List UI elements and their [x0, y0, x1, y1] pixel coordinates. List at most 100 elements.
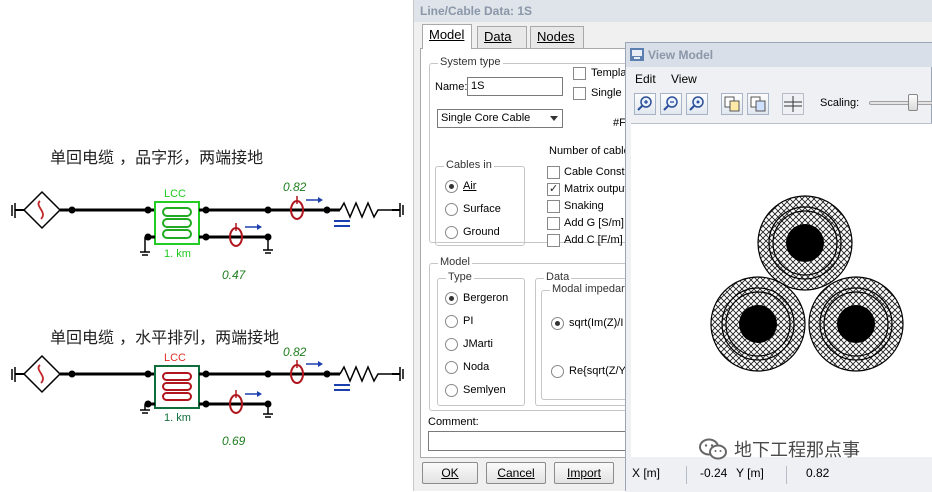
radio-jmarti[interactable] [445, 338, 458, 351]
cable-constants-checkbox[interactable] [547, 166, 560, 179]
circuit-1 [11, 190, 404, 256]
current-probe-icon[interactable] [290, 360, 323, 384]
radio-air-label: Air [463, 180, 477, 192]
cable-cross-section-canvas [631, 123, 932, 457]
template-label: Templa [591, 67, 627, 79]
current-probe-icon[interactable] [290, 196, 323, 220]
cable-core-right [808, 276, 904, 372]
dialog-title: Line/Cable Data: 1S [414, 0, 932, 22]
app-icon [630, 48, 644, 61]
current-probe-icon[interactable] [229, 223, 262, 247]
watermark-text: 地下工程那点事 [734, 440, 860, 460]
lcc-block[interactable] [154, 365, 200, 409]
current-probe-icon[interactable] [229, 390, 262, 414]
lcc-label: LCC [164, 188, 187, 200]
radio-surface-label: Surface [463, 203, 501, 215]
scaling-slider-track[interactable] [869, 101, 932, 105]
group-title: Type [446, 271, 474, 283]
radio-bergeron-label: Bergeron [463, 292, 509, 304]
group-title: Cables in [444, 159, 494, 171]
model-tab-panel: System type Name: 1S Templa Single p Sin… [420, 48, 631, 458]
copy-icon[interactable] [721, 93, 743, 115]
menu-edit[interactable]: Edit [635, 72, 656, 86]
ac-source-icon[interactable] [22, 190, 62, 230]
add-c-checkbox[interactable] [547, 234, 560, 247]
tab-nodes[interactable]: Nodes [530, 26, 584, 48]
radio-pi[interactable] [445, 315, 458, 328]
load-ground-icon [399, 367, 404, 381]
radio-ground[interactable] [445, 226, 458, 239]
circuit-2 [11, 354, 404, 418]
circuit-schematic [11, 190, 404, 418]
group-title: System type [438, 56, 503, 68]
single-phase-checkbox[interactable] [573, 87, 586, 100]
cancel-button[interactable]: Cancel [486, 462, 546, 484]
length-label: 1. km [164, 412, 191, 424]
phase-count-label: #F [613, 117, 626, 129]
menu-view[interactable]: View [671, 72, 697, 86]
matrix-output-checkbox[interactable] [547, 182, 560, 196]
tab-model[interactable]: Model [422, 24, 472, 49]
radio-surface[interactable] [445, 203, 458, 216]
wechat-icon [699, 438, 727, 460]
watermark: 地下工程那点事 [698, 436, 860, 462]
radio-semlyen-label: Semlyen [463, 384, 506, 396]
radio-bergeron[interactable] [445, 292, 458, 305]
snaking-checkbox[interactable] [547, 200, 560, 213]
y-coordinate-value: 0.82 [806, 466, 830, 480]
radio-air[interactable] [445, 180, 458, 193]
crosshair-icon[interactable] [782, 93, 804, 115]
comment-field[interactable] [428, 431, 631, 451]
length-label: 1. km [164, 248, 191, 260]
cable-core-left [710, 276, 806, 372]
zoom-in-icon[interactable] [634, 93, 656, 115]
lcc-block[interactable] [154, 201, 200, 245]
comment-label: Comment: [428, 416, 479, 428]
name-field[interactable]: 1S [467, 77, 563, 96]
radio-modal-option-2[interactable] [551, 365, 564, 378]
load-ground-icon [399, 203, 404, 217]
group-title: Data [544, 271, 572, 283]
modal-impedance-group: Modal impedar [541, 283, 631, 400]
zoom-out-icon[interactable] [660, 93, 682, 115]
radio-noda[interactable] [445, 361, 458, 374]
x-coordinate-value: -0.24 [700, 466, 728, 480]
view-model-title-bar: View Model [626, 43, 932, 67]
view-model-title: View Model [648, 48, 714, 62]
cable-core-top [757, 195, 853, 291]
group-title: Model [438, 256, 472, 268]
status-divider [686, 466, 687, 484]
lcc-label: LCC [164, 352, 187, 364]
tab-data[interactable]: Data [477, 26, 527, 48]
zoom-fit-icon[interactable] [686, 93, 708, 115]
radio-modal-option-1[interactable] [551, 317, 564, 330]
add-g-label: Add G [S/m] [564, 217, 624, 229]
ac-source-icon[interactable] [22, 354, 62, 394]
probe-value-2a: 0.82 [283, 345, 307, 359]
cable-constants-label: Cable Consta [564, 166, 631, 178]
view-model-window: View Model Edit View Scaling: X [m] -0.2… [625, 42, 932, 492]
cable-type-select[interactable]: Single Core Cable [437, 109, 563, 128]
number-of-cables-label: Number of cable [549, 145, 630, 157]
radio-noda-label: Noda [463, 361, 490, 373]
probe-value-2b: 0.69 [222, 434, 246, 448]
circuit-diagram-area: 单回电缆 ，品字形，两端接地 单回电缆 ，水平排列，两端接地 LCC 1. km… [0, 0, 412, 491]
coordinate-status-bar: X [m] -0.24 Y [m] 0.82 [626, 457, 932, 492]
radio-ground-label: Ground [463, 226, 500, 238]
y-coordinate-label: Y [m] [736, 466, 764, 480]
paste-icon[interactable] [747, 93, 769, 115]
scaling-label: Scaling: [820, 97, 860, 109]
ok-button[interactable]: OK [422, 462, 478, 484]
add-g-checkbox[interactable] [547, 217, 560, 230]
radio-semlyen[interactable] [445, 384, 458, 397]
x-coordinate-label: X [m] [632, 466, 661, 480]
chevron-down-icon [550, 116, 558, 121]
modal-option-1-label: sqrt(Im(Z)/I [569, 317, 624, 329]
modal-option-2-label: Re{sqrt(Z/Y [569, 365, 626, 377]
cable-cross-section [710, 195, 904, 372]
radio-pi-label: PI [463, 315, 474, 327]
radio-jmarti-label: JMarti [463, 338, 493, 350]
import-button[interactable]: Import [554, 462, 614, 484]
scaling-slider-thumb[interactable] [907, 94, 918, 111]
template-checkbox[interactable] [573, 67, 586, 80]
